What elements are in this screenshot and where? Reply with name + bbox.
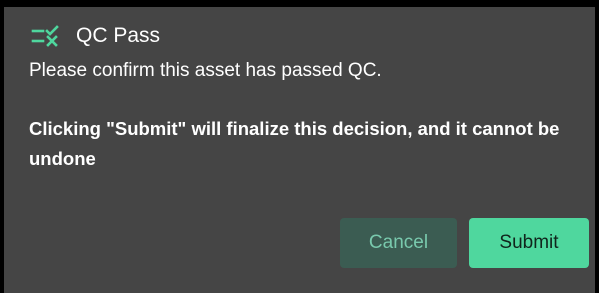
dialog-subtitle: Please confirm this asset has passed QC.: [29, 60, 382, 81]
cancel-button[interactable]: Cancel: [340, 218, 457, 268]
dialog-warning: Clicking "Submit" will finalize this dec…: [29, 118, 560, 169]
dialog-header: QC Pass: [30, 24, 160, 48]
submit-button[interactable]: Submit: [469, 218, 589, 268]
dialog-title: QC Pass: [76, 24, 161, 47]
qc-pass-dialog: QC Pass Please confirm this asset has pa…: [4, 7, 595, 293]
checklist-icon: [30, 25, 62, 47]
